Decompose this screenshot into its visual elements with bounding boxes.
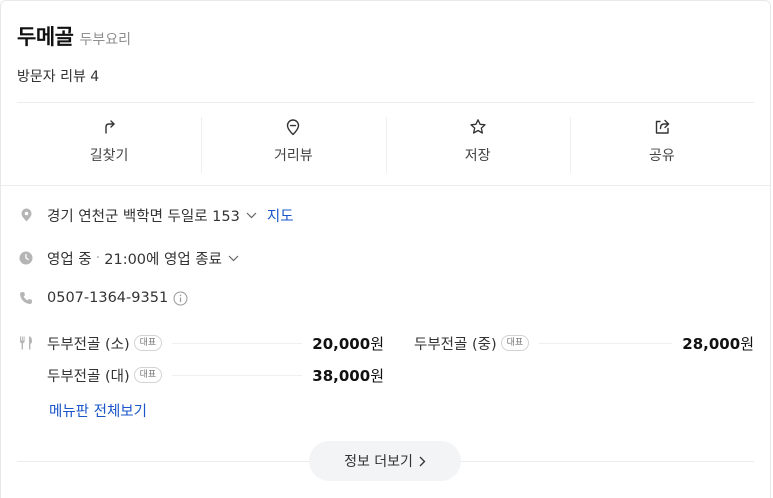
location-pin-icon bbox=[19, 208, 33, 222]
more-info-button[interactable]: 정보 더보기 bbox=[309, 441, 461, 481]
directions-button[interactable]: 길찾기 bbox=[17, 103, 201, 185]
address-row: 경기 연천군 백학면 두일로 153 지도 bbox=[19, 204, 750, 226]
street-view-button[interactable]: 거리뷰 bbox=[201, 103, 385, 185]
share-button[interactable]: 공유 bbox=[569, 103, 754, 185]
chevron-down-icon[interactable] bbox=[246, 212, 257, 219]
menu-item[interactable]: 두부전골 (중) 대표 28,000원 bbox=[414, 333, 754, 354]
title-row: 두메골 두부요리 bbox=[17, 21, 754, 51]
menu-row: 두부전골 (소) 대표 20,000원 두부전골 (중) 대표 28,000원 bbox=[19, 331, 754, 355]
more-info-label: 정보 더보기 bbox=[344, 454, 413, 470]
street-view-label: 거리뷰 bbox=[274, 148, 313, 164]
menu-item-price: 28,000원 bbox=[682, 334, 754, 353]
directions-label: 길찾기 bbox=[89, 148, 129, 164]
divider bbox=[1, 185, 770, 186]
map-link[interactable]: 지도 bbox=[267, 205, 294, 226]
visitor-review-count[interactable]: 방문자 리뷰 4 bbox=[17, 66, 754, 86]
place-info: 경기 연천군 백학면 두일로 153 지도 영업 중 · 21:00에 영업 종… bbox=[19, 204, 750, 309]
chevron-down-icon[interactable] bbox=[228, 255, 239, 262]
signature-badge: 대표 bbox=[133, 335, 163, 351]
menu-item-price: 20,000원 bbox=[312, 334, 384, 353]
chevron-right-icon bbox=[419, 456, 426, 467]
price-leader-line bbox=[539, 342, 673, 344]
save-label: 저장 bbox=[464, 148, 491, 164]
menu-item[interactable]: 두부전골 (대) 대표 38,000원 bbox=[47, 365, 384, 386]
hours-row: 영업 중 · 21:00에 영업 종료 bbox=[19, 247, 750, 269]
share-icon bbox=[655, 119, 670, 134]
closing-time: 21:00에 영업 종료 bbox=[104, 251, 222, 268]
signature-badge: 대표 bbox=[500, 335, 530, 351]
phone-icon bbox=[19, 291, 33, 305]
info-icon[interactable] bbox=[173, 291, 188, 306]
utensils-icon bbox=[19, 336, 33, 350]
clock-icon bbox=[19, 251, 33, 265]
star-icon bbox=[469, 119, 486, 134]
menu-item[interactable]: 두부전골 (소) 대표 20,000원 bbox=[47, 333, 384, 354]
business-status: 영업 중 bbox=[47, 251, 92, 268]
menu-item-name: 두부전골 (중) bbox=[414, 336, 497, 353]
action-bar: 길찾기 거리뷰 저장 공유 bbox=[17, 103, 754, 185]
menu-row: 두부전골 (대) 대표 38,000원 bbox=[19, 363, 754, 387]
address-text: 경기 연천군 백학면 두일로 153 bbox=[47, 208, 240, 225]
share-label: 공유 bbox=[648, 148, 675, 164]
place-name[interactable]: 두메골 bbox=[17, 21, 74, 51]
place-card: 두메골 두부요리 방문자 리뷰 4 길찾기 거리뷰 저장 공유 경기 연천군 백… bbox=[0, 0, 771, 498]
save-button[interactable]: 저장 bbox=[385, 103, 570, 185]
phone-number[interactable]: 0507-1364-9351 bbox=[47, 290, 168, 306]
place-category: 두부요리 bbox=[79, 32, 131, 48]
place-header: 두메골 두부요리 방문자 리뷰 4 bbox=[17, 21, 754, 86]
menu-section: 두부전골 (소) 대표 20,000원 두부전골 (중) 대표 28,000원 … bbox=[19, 331, 754, 387]
menu-item-name: 두부전골 (소) bbox=[47, 336, 130, 353]
price-leader-line bbox=[172, 374, 303, 376]
full-menu-link[interactable]: 메뉴판 전체보기 bbox=[49, 400, 147, 421]
separator-dot: · bbox=[95, 250, 101, 266]
map-pin-icon bbox=[287, 119, 300, 136]
price-leader-line bbox=[172, 342, 303, 344]
menu-item-name: 두부전골 (대) bbox=[47, 368, 130, 385]
directions-arrow-icon bbox=[105, 120, 115, 134]
signature-badge: 대표 bbox=[133, 367, 163, 383]
menu-item-price: 38,000원 bbox=[312, 366, 384, 385]
phone-row: 0507-1364-9351 bbox=[19, 287, 750, 309]
